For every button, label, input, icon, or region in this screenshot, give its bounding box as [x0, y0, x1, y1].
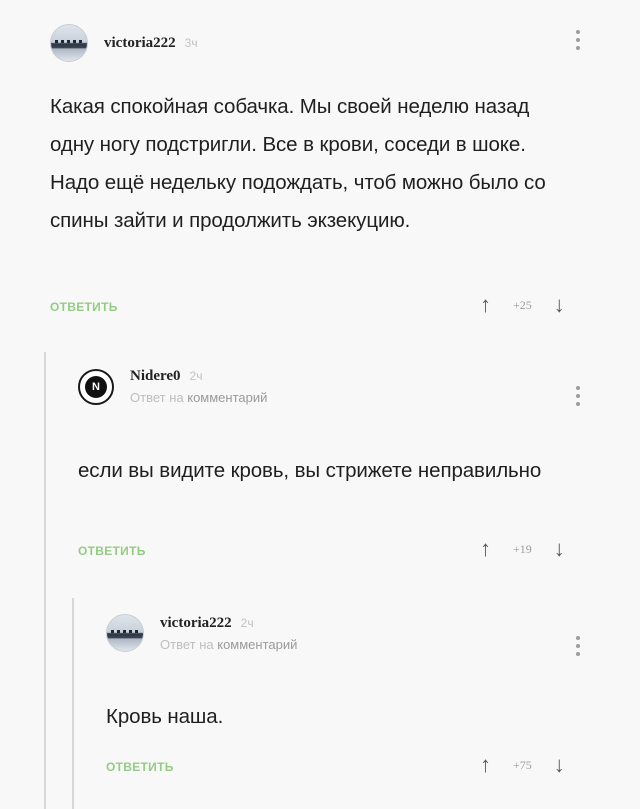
rating-controls: ↑ +25 ↓ [480, 294, 565, 316]
rating-count: +25 [513, 297, 532, 312]
upvote-icon[interactable]: ↑ [480, 754, 491, 776]
username[interactable]: Nidere0 [130, 368, 181, 385]
thread-line [44, 352, 46, 809]
reply-to-line: Ответ на комментарий [160, 637, 297, 652]
thread-line [72, 598, 74, 809]
reply-prefix: Ответ на [160, 636, 214, 652]
comment-time: 2ч [189, 369, 203, 383]
comment-text: если вы видите кровь, вы стрижете неправ… [78, 459, 542, 482]
rating-count: +19 [513, 541, 532, 556]
reply-to-line: Ответ на комментарий [130, 390, 267, 405]
user-avatar[interactable] [106, 614, 144, 652]
comment-thread: victoria222 3ч Какая спокойная собачка. … [0, 0, 640, 809]
more-vertical-icon[interactable] [576, 636, 580, 656]
reply-target-link[interactable]: комментарий [217, 637, 297, 652]
username[interactable]: victoria222 [160, 615, 232, 632]
reply-prefix: Ответ на [130, 390, 184, 405]
comment-time: 2ч [240, 615, 254, 630]
comment-header: N Nidere0 2ч Ответ на комментарий [78, 368, 267, 405]
comment-header: victoria222 3ч [50, 24, 198, 62]
username[interactable]: victoria222 [104, 35, 176, 52]
comment-header: victoria222 2ч Ответ на комментарий [106, 614, 297, 652]
rating-count: +75 [513, 757, 532, 772]
upvote-icon[interactable]: ↑ [480, 538, 491, 560]
downvote-icon[interactable]: ↓ [554, 538, 565, 560]
n-logo-icon: N [85, 375, 107, 398]
comment-text: Кровь наша. [106, 705, 224, 728]
downvote-icon[interactable]: ↓ [554, 754, 565, 776]
user-avatar[interactable] [50, 24, 88, 62]
user-avatar[interactable]: N [78, 368, 114, 405]
more-vertical-icon[interactable] [576, 386, 580, 406]
comment-time: 3ч [184, 35, 198, 50]
reply-button[interactable]: ОТВЕТИТЬ [50, 300, 118, 314]
rating-controls: ↑ +19 ↓ [480, 538, 565, 560]
reply-button[interactable]: ОТВЕТИТЬ [78, 544, 146, 558]
reply-button[interactable]: ОТВЕТИТЬ [106, 760, 174, 774]
more-vertical-icon[interactable] [576, 30, 580, 50]
upvote-icon[interactable]: ↑ [480, 294, 491, 316]
rating-controls: ↑ +75 ↓ [480, 754, 565, 776]
comment-text: Какая спокойная собачка. Мы своей неделю… [50, 95, 546, 232]
downvote-icon[interactable]: ↓ [554, 294, 565, 316]
reply-target-link[interactable]: комментарий [187, 390, 267, 405]
